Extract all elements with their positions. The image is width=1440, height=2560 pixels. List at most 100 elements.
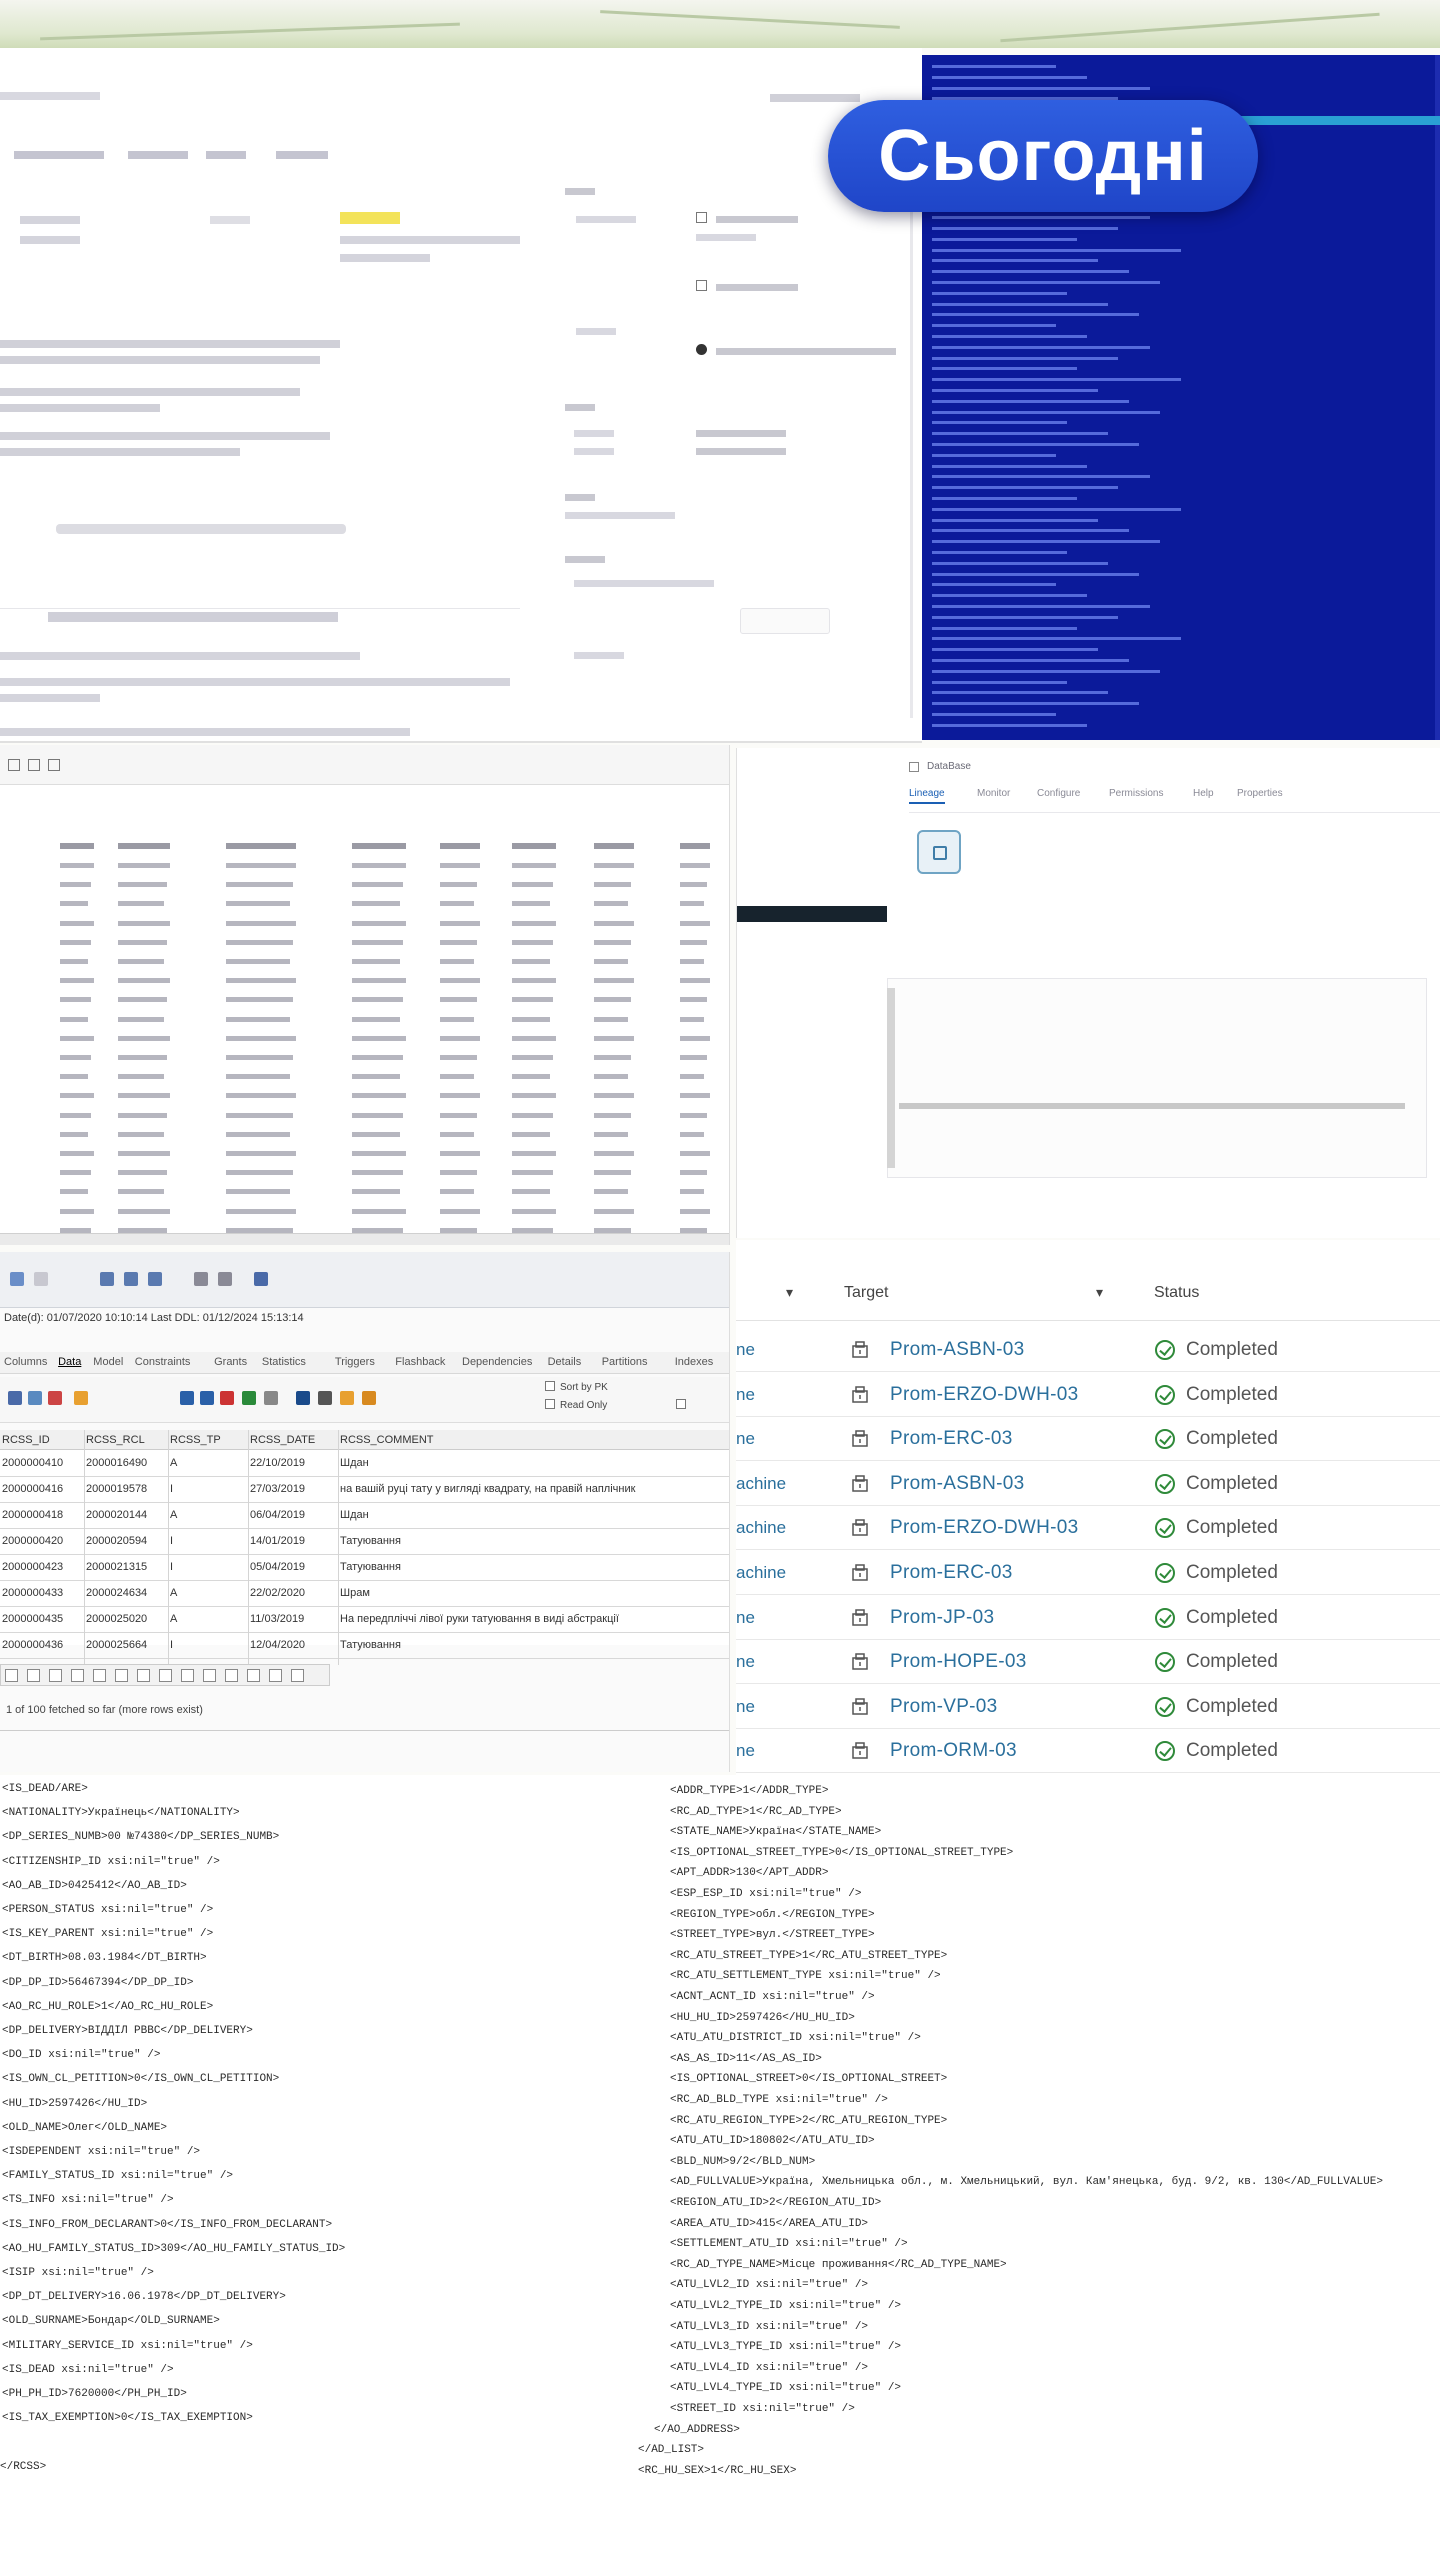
target-name-link[interactable]: Prom-ORM-03	[890, 1740, 1017, 1762]
save-icon[interactable]	[8, 1391, 22, 1405]
tab-data[interactable]: Data	[58, 1356, 81, 1368]
navigator-button[interactable]	[225, 1669, 238, 1682]
lock-icon[interactable]	[340, 1391, 354, 1405]
navigator-button[interactable]	[71, 1669, 84, 1682]
tab-indexes[interactable]: Indexes	[675, 1356, 714, 1368]
checkbox-box[interactable]	[545, 1381, 555, 1391]
tab-sql[interactable]: SQL	[729, 1356, 730, 1368]
sum-icon[interactable]	[318, 1391, 332, 1405]
tab-grants[interactable]: Grants	[214, 1356, 247, 1368]
target-name-link[interactable]: Prom-ERZO-DWH-03	[890, 1384, 1078, 1406]
column-header[interactable]: RCSS_RCL	[86, 1434, 145, 1446]
tab-dependencies[interactable]: Dependencies	[462, 1356, 532, 1368]
column-header[interactable]	[512, 843, 556, 849]
columns-icon[interactable]	[28, 759, 40, 771]
read-only-checkbox[interactable]: Read Only	[545, 1399, 607, 1411]
navigator-button[interactable]	[247, 1669, 260, 1682]
grid-icon[interactable]	[218, 1272, 232, 1286]
tab-permissions[interactable]: Permissions	[1109, 788, 1163, 799]
table-row[interactable]: 2000000436 2000025664 I 12/04/2020 Татуюванн…	[0, 1633, 729, 1659]
ticket-activity-tabs[interactable]	[48, 612, 338, 622]
navigator-button[interactable]	[115, 1669, 128, 1682]
table-row[interactable]: 2000000423 2000021315 I 05/04/2019 Татуюванн…	[0, 1555, 729, 1581]
target-row[interactable]: achine Prom-ERC-03 Completed	[736, 1551, 1440, 1595]
prev-icon[interactable]	[180, 1391, 194, 1405]
tab-flashback[interactable]: Flashback	[395, 1356, 445, 1368]
navigator-button[interactable]	[269, 1669, 282, 1682]
commit-icon[interactable]	[34, 1272, 48, 1286]
column-header[interactable]: RCSS_ID	[2, 1434, 50, 1446]
navigator-button[interactable]	[159, 1669, 172, 1682]
filter-icon[interactable]: ▾	[786, 1284, 793, 1301]
column-header[interactable]	[226, 843, 296, 849]
sort-custom-icon[interactable]	[148, 1272, 162, 1286]
column-header[interactable]	[60, 843, 94, 849]
console-scrollbar[interactable]	[1435, 55, 1440, 740]
target-row[interactable]: ne Prom-ERC-03 Completed	[736, 1417, 1440, 1462]
column-header[interactable]	[594, 843, 634, 849]
tab-configure[interactable]: Configure	[1037, 788, 1080, 799]
sort-za-icon[interactable]	[124, 1272, 138, 1286]
table-row[interactable]: 2000000420 2000020594 I 14/01/2019 Татуюванн…	[0, 1529, 729, 1555]
assignee-name[interactable]	[716, 216, 798, 223]
target-name-link[interactable]: Prom-HOPE-03	[890, 1651, 1027, 1673]
column-header[interactable]	[118, 843, 170, 849]
filter-icon[interactable]	[8, 759, 20, 771]
extra-checkbox[interactable]	[676, 1399, 691, 1411]
navigator-button[interactable]	[137, 1669, 150, 1682]
filter-icon[interactable]	[194, 1272, 208, 1286]
apply-icon[interactable]	[242, 1391, 256, 1405]
column-header[interactable]	[440, 843, 480, 849]
tab-partitions[interactable]: Partitions	[602, 1356, 648, 1368]
navigator-button[interactable]	[49, 1669, 62, 1682]
filter-icon[interactable]: ▾	[1096, 1284, 1103, 1301]
table-row[interactable]: 2000000433 2000024634 A 22/02/2020 Шрам	[0, 1581, 729, 1607]
navigator-button[interactable]	[5, 1669, 18, 1682]
target-name-link[interactable]: Prom-JP-03	[890, 1607, 994, 1629]
navigator-button[interactable]	[93, 1669, 106, 1682]
target-row[interactable]: ne Prom-ASBN-03 Completed	[736, 1328, 1440, 1372]
sort-az-icon[interactable]	[100, 1272, 114, 1286]
chart-scrollbar[interactable]	[887, 988, 895, 1168]
target-row[interactable]: achine Prom-ASBN-03 Completed	[736, 1462, 1440, 1506]
refresh-icon[interactable]	[296, 1391, 310, 1405]
target-row[interactable]: ne Prom-HOPE-03 Completed	[736, 1640, 1440, 1685]
table-row[interactable]: 2000000435 2000025020 A 11/03/2019 На передп…	[0, 1607, 729, 1633]
checkbox-box[interactable]	[545, 1399, 555, 1409]
table-row[interactable]: 2000000410 2000016490 A 22/10/2019 Шдан	[0, 1451, 729, 1477]
navigator-button[interactable]	[203, 1669, 216, 1682]
sort-by-pk-checkbox[interactable]: Sort by PK	[545, 1381, 608, 1393]
ticket-action-comment[interactable]	[128, 151, 188, 159]
reporter-name[interactable]	[716, 284, 798, 291]
table-row[interactable]: 2000000416 2000019578 I 27/03/2019 на вашій …	[0, 1477, 729, 1503]
target-row[interactable]: ne Prom-JP-03 Completed	[736, 1596, 1440, 1640]
column-header[interactable]: RCSS_TP	[170, 1434, 221, 1446]
column-header[interactable]: RCSS_COMMENT	[340, 1434, 434, 1446]
update-button[interactable]	[740, 608, 830, 634]
column-header[interactable]	[352, 843, 406, 849]
target-name-link[interactable]: Prom-VP-03	[890, 1696, 998, 1718]
stop-icon[interactable]	[220, 1391, 234, 1405]
cancel-icon[interactable]	[264, 1391, 278, 1405]
target-row[interactable]: ne Prom-VP-03 Completed	[736, 1685, 1440, 1729]
tab-statistics[interactable]: Statistics	[262, 1356, 306, 1368]
ticket-attachment-drop[interactable]	[56, 524, 346, 534]
tab-monitor[interactable]: Monitor	[977, 788, 1010, 799]
navigator-button[interactable]	[291, 1669, 304, 1682]
tab-model[interactable]: Model	[93, 1356, 123, 1368]
tab-lineage[interactable]: Lineage	[909, 788, 945, 804]
checkbox-box[interactable]	[676, 1399, 686, 1409]
target-row[interactable]: achine Prom-ERZO-DWH-03 Completed	[736, 1506, 1440, 1551]
ticket-action-workflow[interactable]	[276, 151, 328, 159]
tab-constraints[interactable]: Constraints	[135, 1356, 191, 1368]
target-name-link[interactable]: Prom-ERC-03	[890, 1562, 1013, 1584]
target-name-link[interactable]: Prom-ERZO-DWH-03	[890, 1517, 1078, 1539]
target-row[interactable]: ne Prom-ORM-03 Completed	[736, 1729, 1440, 1774]
target-name-link[interactable]: Prom-ASBN-03	[890, 1339, 1025, 1361]
target-name-link[interactable]: Prom-ERC-03	[890, 1428, 1013, 1450]
next-icon[interactable]	[200, 1391, 214, 1405]
column-header[interactable]	[680, 843, 710, 849]
refresh-icon[interactable]	[48, 759, 60, 771]
column-header-status[interactable]: Status	[1154, 1284, 1199, 1302]
table-row[interactable]: 2000000418 2000020144 A 06/04/2019 Шдан	[0, 1503, 729, 1529]
